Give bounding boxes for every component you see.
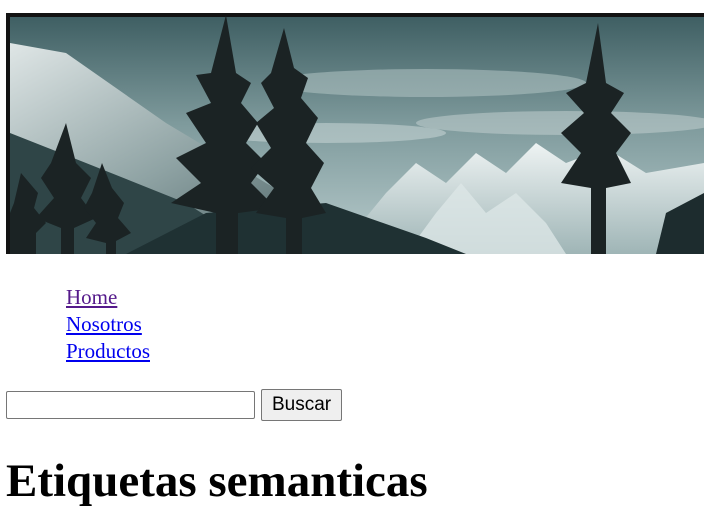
- page: Home Nosotros Productos Buscar Etiquetas…: [0, 0, 704, 522]
- page-title: Etiquetas semanticas: [6, 455, 428, 507]
- header-banner: [6, 13, 704, 254]
- search-form: Buscar: [6, 389, 343, 421]
- nav-link-productos[interactable]: Productos: [66, 338, 150, 365]
- main-nav: Home Nosotros Productos: [66, 284, 150, 365]
- search-input[interactable]: [6, 391, 255, 419]
- mountain-forest-image: [6, 13, 704, 254]
- search-button[interactable]: Buscar: [261, 389, 343, 421]
- nav-link-home[interactable]: Home: [66, 284, 150, 311]
- nav-link-nosotros[interactable]: Nosotros: [66, 311, 150, 338]
